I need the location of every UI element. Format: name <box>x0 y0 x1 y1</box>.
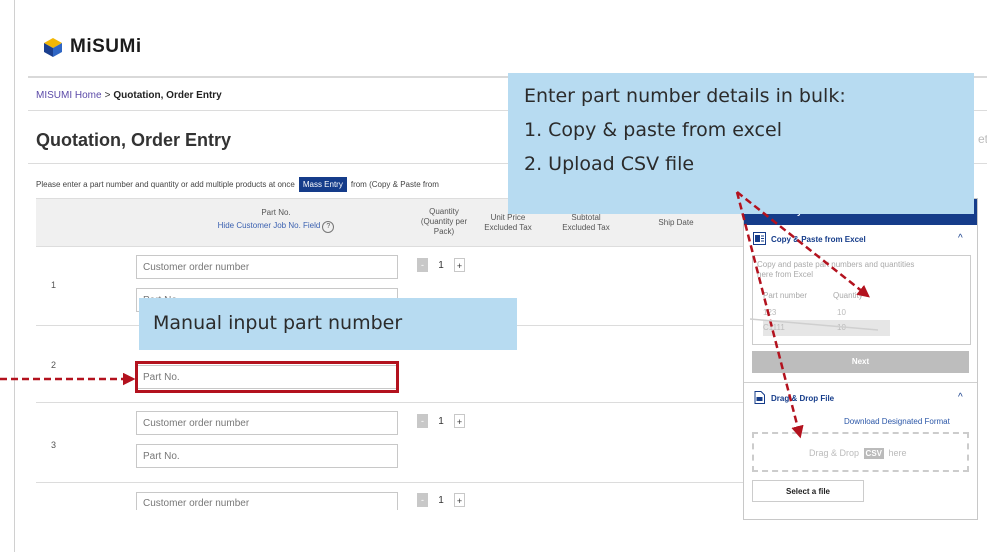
copy-paste-arrow <box>736 191 870 298</box>
upload-csv-arrow <box>735 191 804 439</box>
paste-demo-arrow <box>749 318 879 331</box>
annotation-arrows <box>0 191 879 439</box>
